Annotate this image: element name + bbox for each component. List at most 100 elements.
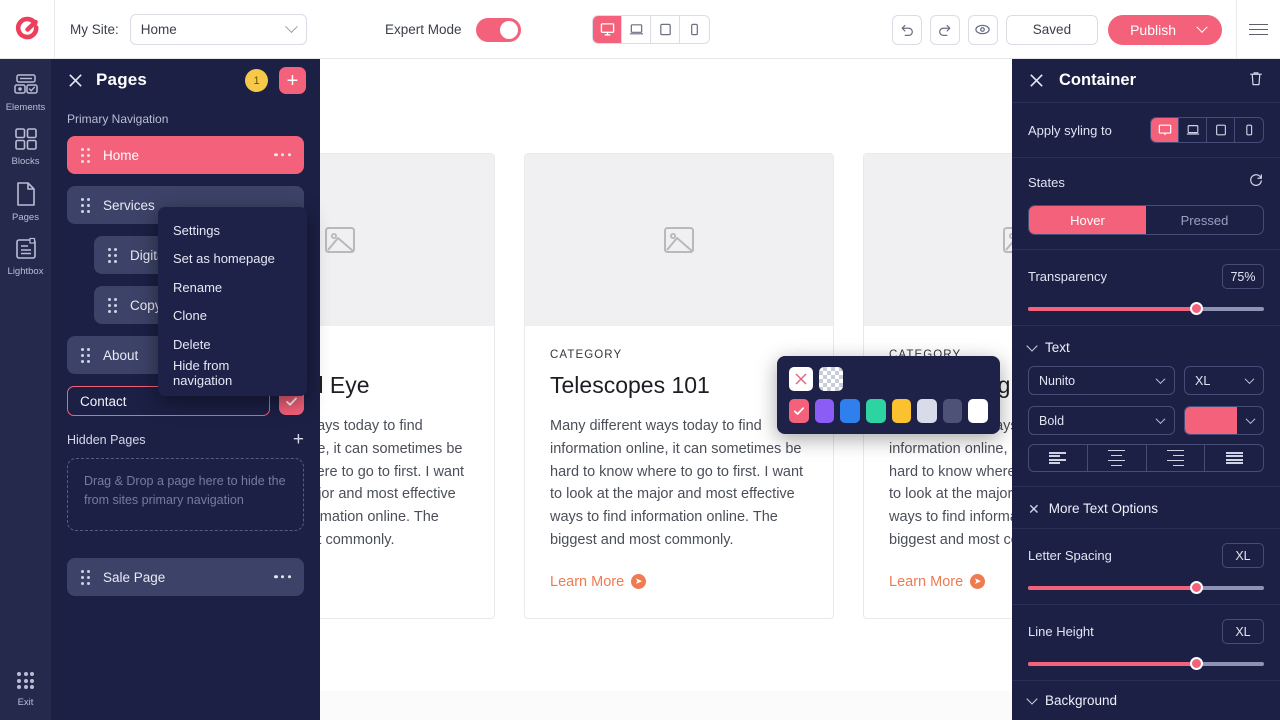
page-name: Home — [103, 147, 140, 163]
rail-item-pages[interactable]: Pages — [0, 167, 51, 223]
drag-handle-icon[interactable] — [81, 147, 90, 163]
context-menu-item-rename[interactable]: Rename — [158, 273, 307, 302]
publish-button[interactable]: Publish — [1108, 14, 1222, 45]
drag-handle-icon[interactable] — [81, 197, 90, 213]
apply-device-tablet[interactable] — [1207, 118, 1235, 142]
close-icon[interactable] — [1028, 72, 1045, 89]
redo-button[interactable] — [929, 14, 960, 45]
rail-item-lightbox[interactable]: Lightbox — [0, 223, 51, 277]
font-color-dropdown[interactable] — [1237, 407, 1263, 434]
card-learn-more-link[interactable]: Learn More ➤ — [320, 574, 469, 590]
page-options-button[interactable] — [274, 575, 291, 579]
context-menu-item-delete[interactable]: Delete — [158, 330, 307, 359]
rail-item-blocks[interactable]: Blocks — [0, 113, 51, 167]
device-desktop-button[interactable] — [593, 16, 622, 43]
rail-exit-label: Exit — [17, 697, 34, 708]
card-image-placeholder[interactable] — [864, 154, 1012, 326]
align-justify-button[interactable] — [1205, 445, 1263, 471]
line-height-row: Line Height XL — [1028, 619, 1264, 644]
state-pressed-button[interactable]: Pressed — [1146, 206, 1263, 234]
text-accordion-header[interactable]: Text — [1026, 339, 1264, 355]
context-menu-item-settings[interactable]: Settings — [158, 216, 307, 245]
device-mobile-button[interactable] — [680, 16, 709, 43]
color-swatch-light-gray[interactable] — [917, 399, 937, 423]
card-learn-more-link[interactable]: Learn More ➤ — [889, 574, 1012, 590]
slider-knob[interactable] — [1189, 302, 1203, 315]
no-color-swatch[interactable] — [789, 367, 813, 391]
rail-label: Elements — [5, 102, 46, 113]
letter-spacing-value[interactable]: XL — [1222, 543, 1264, 568]
transparent-swatch[interactable] — [819, 367, 843, 391]
hamburger-icon — [1249, 20, 1268, 39]
main-menu-button[interactable] — [1236, 0, 1280, 59]
apply-device-desktop[interactable] — [1151, 118, 1179, 142]
color-swatch-blue[interactable] — [840, 399, 860, 423]
color-swatch-white[interactable] — [968, 399, 988, 423]
drag-handle-icon[interactable] — [81, 569, 90, 585]
transparency-slider[interactable] — [1028, 302, 1264, 315]
background-label: Background — [1045, 693, 1118, 708]
line-height-value[interactable]: XL — [1222, 619, 1264, 644]
letter-spacing-slider[interactable] — [1028, 581, 1264, 594]
site-select[interactable]: Home — [129, 13, 307, 45]
background-accordion-header[interactable]: Background — [1026, 692, 1264, 708]
font-color-swatch[interactable] — [1185, 407, 1237, 434]
drag-handle-icon[interactable] — [108, 247, 117, 263]
card-image-placeholder[interactable] — [320, 154, 494, 326]
expert-mode-toggle[interactable] — [475, 17, 521, 42]
card-image-placeholder[interactable] — [525, 154, 833, 326]
app-logo[interactable] — [0, 0, 54, 59]
image-placeholder-icon — [1003, 227, 1012, 253]
align-center-icon — [1108, 448, 1126, 468]
slider-knob[interactable] — [1189, 581, 1203, 594]
font-weight-select[interactable]: Bold — [1028, 406, 1175, 435]
line-height-slider[interactable] — [1028, 657, 1264, 670]
color-picker-popup[interactable] — [777, 356, 1000, 434]
context-menu-item-hide-from-navigation[interactable]: Hide from navigation — [158, 358, 307, 388]
transparency-value[interactable]: 75% — [1222, 264, 1264, 289]
states-section: States Hover Pressed — [1012, 158, 1280, 250]
tablet-icon — [659, 23, 671, 36]
add-page-button[interactable]: + — [279, 67, 306, 94]
states-reset-button[interactable] — [1248, 172, 1264, 193]
context-menu-item-clone[interactable]: Clone — [158, 302, 307, 331]
page-options-button[interactable] — [274, 153, 291, 157]
drag-handle-icon[interactable] — [81, 347, 90, 363]
color-swatch-purple[interactable] — [814, 399, 835, 423]
font-color-select[interactable] — [1184, 406, 1264, 435]
close-icon[interactable] — [67, 72, 84, 89]
color-swatch-teal[interactable] — [865, 399, 886, 423]
undo-button[interactable] — [891, 14, 922, 45]
page-row-home[interactable]: Home — [67, 136, 304, 174]
color-swatch-slate[interactable] — [942, 399, 963, 423]
drag-handle-icon[interactable] — [108, 297, 117, 313]
device-laptop-button[interactable] — [622, 16, 651, 43]
font-size-select[interactable]: XL — [1184, 366, 1264, 395]
device-tablet-button[interactable] — [651, 16, 680, 43]
slider-knob[interactable] — [1189, 657, 1203, 670]
card-learn-more-link[interactable]: Learn More ➤ — [550, 574, 808, 590]
delete-element-button[interactable] — [1248, 70, 1264, 92]
more-text-options-header[interactable]: ✕ More Text Options — [1028, 501, 1264, 516]
font-family-select[interactable]: Nunito — [1028, 366, 1175, 395]
rail-exit-group[interactable]: Exit — [0, 672, 51, 708]
page-row-sale-page[interactable]: Sale Page — [67, 558, 304, 596]
saved-button[interactable]: Saved — [1005, 14, 1099, 45]
color-swatch-yellow[interactable] — [891, 399, 912, 423]
align-center-button[interactable] — [1088, 445, 1147, 471]
content-card[interactable]: CATEGORY The Naked Eye Many different wa… — [320, 153, 495, 619]
preview-button[interactable] — [967, 14, 998, 45]
hidden-pages-dropzone[interactable]: Drag & Drop a page here to hide the from… — [67, 458, 304, 531]
add-hidden-page-button[interactable]: + — [293, 430, 304, 449]
apply-device-mobile[interactable] — [1235, 118, 1263, 142]
context-menu-item-set-as-homepage[interactable]: Set as homepage — [158, 245, 307, 274]
text-section-label: Text — [1045, 340, 1070, 355]
align-right-button[interactable] — [1147, 445, 1206, 471]
color-swatch-pink[interactable] — [789, 399, 809, 423]
align-left-button[interactable] — [1029, 445, 1088, 471]
apply-device-laptop[interactable] — [1179, 118, 1207, 142]
site-select-value: Home — [140, 21, 177, 37]
mobile-icon — [691, 23, 698, 36]
rail-item-elements[interactable]: Elements — [0, 59, 51, 113]
state-hover-button[interactable]: Hover — [1029, 206, 1146, 234]
